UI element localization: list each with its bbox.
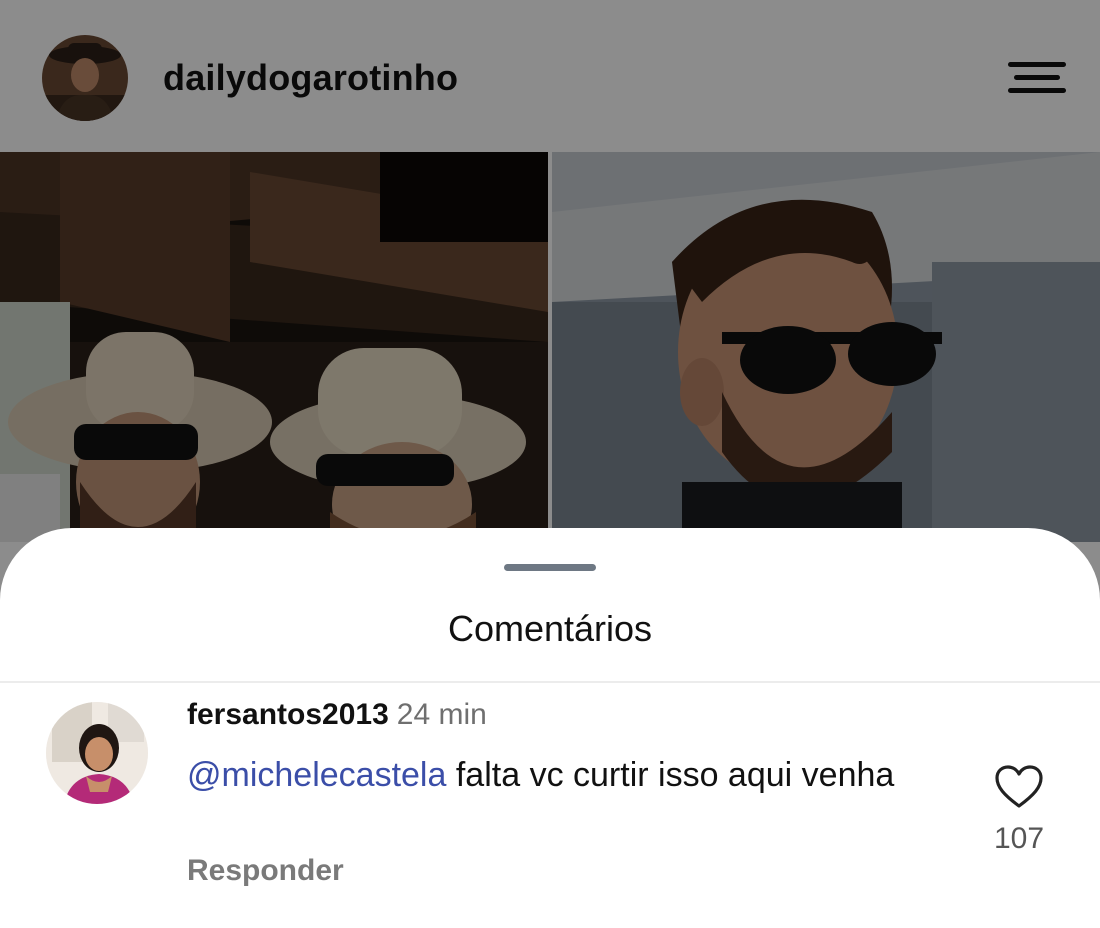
post-thumbnail-portrait[interactable] xyxy=(552,152,1100,542)
hamburger-menu-icon[interactable] xyxy=(1004,58,1068,98)
post-thumbnail-cowboys[interactable] xyxy=(0,152,548,542)
comment-header: fersantos2013 24 min xyxy=(187,698,487,732)
mention-link[interactable]: @michelecastela xyxy=(187,756,446,794)
profile-avatar[interactable] xyxy=(42,35,128,121)
comment-item: fersantos2013 24 min @michelecastela falt… xyxy=(0,698,1100,918)
like-count: 107 xyxy=(993,822,1045,855)
profile-avatar-image xyxy=(42,35,128,121)
reply-button[interactable]: Responder xyxy=(187,854,344,888)
comment-timestamp: 24 min xyxy=(396,698,487,731)
commenter-avatar-image xyxy=(46,702,148,804)
profile-username[interactable]: dailydogarotinho xyxy=(163,57,458,99)
portrait-photo xyxy=(552,152,1100,542)
heart-outline-icon[interactable] xyxy=(994,764,1044,810)
comments-sheet: Comentários fersantos2013 24 min @michele… xyxy=(0,528,1100,928)
comment-body: falta vc curtir isso aqui venha xyxy=(455,756,895,794)
commenter-avatar[interactable] xyxy=(46,702,148,804)
divider xyxy=(0,681,1100,683)
sheet-grabber[interactable] xyxy=(504,564,596,571)
cowboys-photo xyxy=(0,152,548,542)
post-grid xyxy=(0,152,1100,542)
comment-text: @michelecastela falta vc curtir isso aqu… xyxy=(187,753,947,797)
comment-username[interactable]: fersantos2013 xyxy=(187,698,389,731)
profile-header: dailydogarotinho xyxy=(0,0,1100,152)
screen: dailydogarotinho Comentários fersantos20… xyxy=(0,0,1100,928)
sheet-title: Comentários xyxy=(447,608,653,649)
